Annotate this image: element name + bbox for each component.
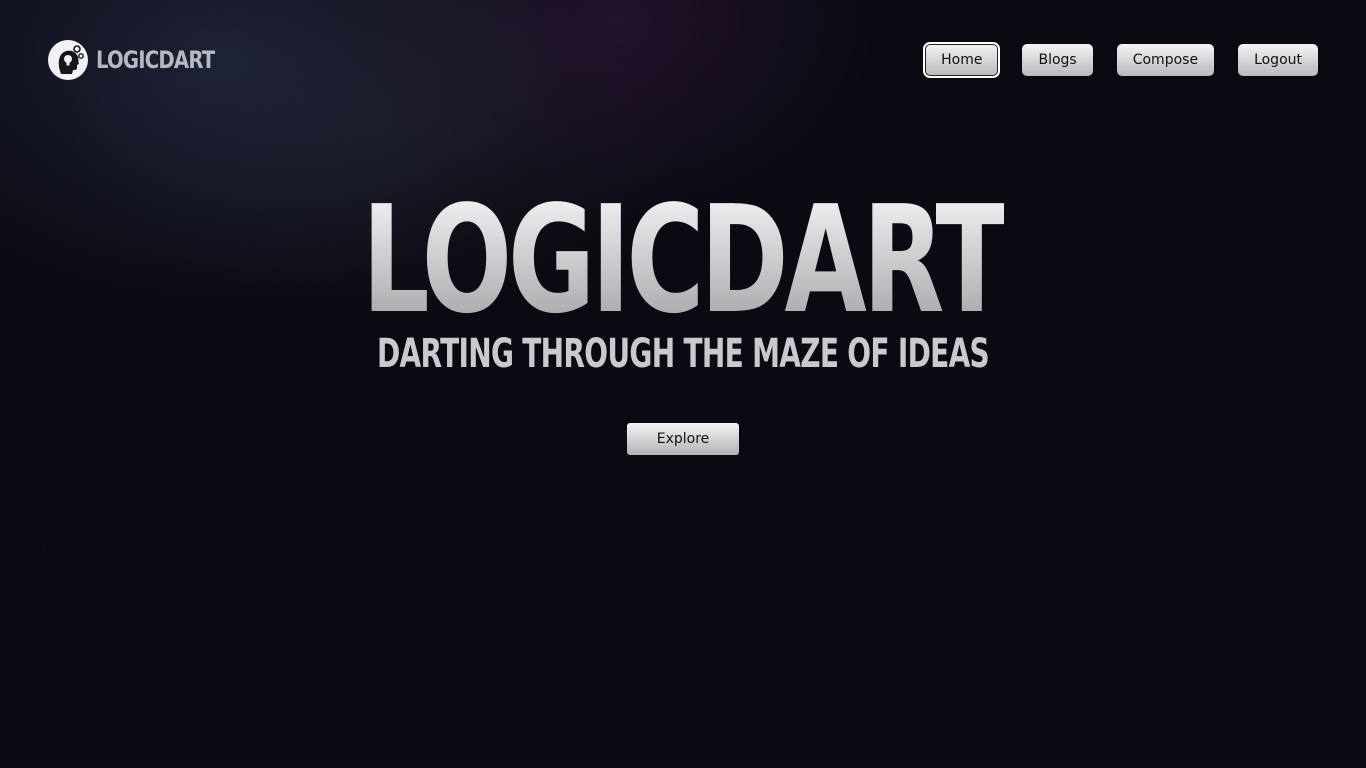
hero-title: LOGICDART xyxy=(361,174,1008,346)
brand-logo-link[interactable]: LOGICDART xyxy=(48,40,240,80)
background-glow xyxy=(0,0,1366,768)
hero-section: LOGICDART DARTING THROUGH THE MAZE OF ID… xyxy=(0,174,1366,378)
page-footer: Footer xyxy=(0,538,48,556)
hero-tagline: DARTING THROUGH THE MAZE OF IDEAS xyxy=(376,331,990,377)
nav-home-button[interactable]: Home xyxy=(923,42,1001,78)
brand-name: LOGICDART xyxy=(96,46,215,74)
nav-compose-button[interactable]: Compose xyxy=(1116,44,1215,76)
top-navigation: Home Blogs Compose Logout xyxy=(923,42,1318,78)
nav-blogs-button[interactable]: Blogs xyxy=(1022,44,1093,76)
explore-button[interactable]: Explore xyxy=(627,423,739,455)
head-lightbulb-gears-icon xyxy=(48,40,88,80)
nav-logout-button[interactable]: Logout xyxy=(1238,44,1318,76)
